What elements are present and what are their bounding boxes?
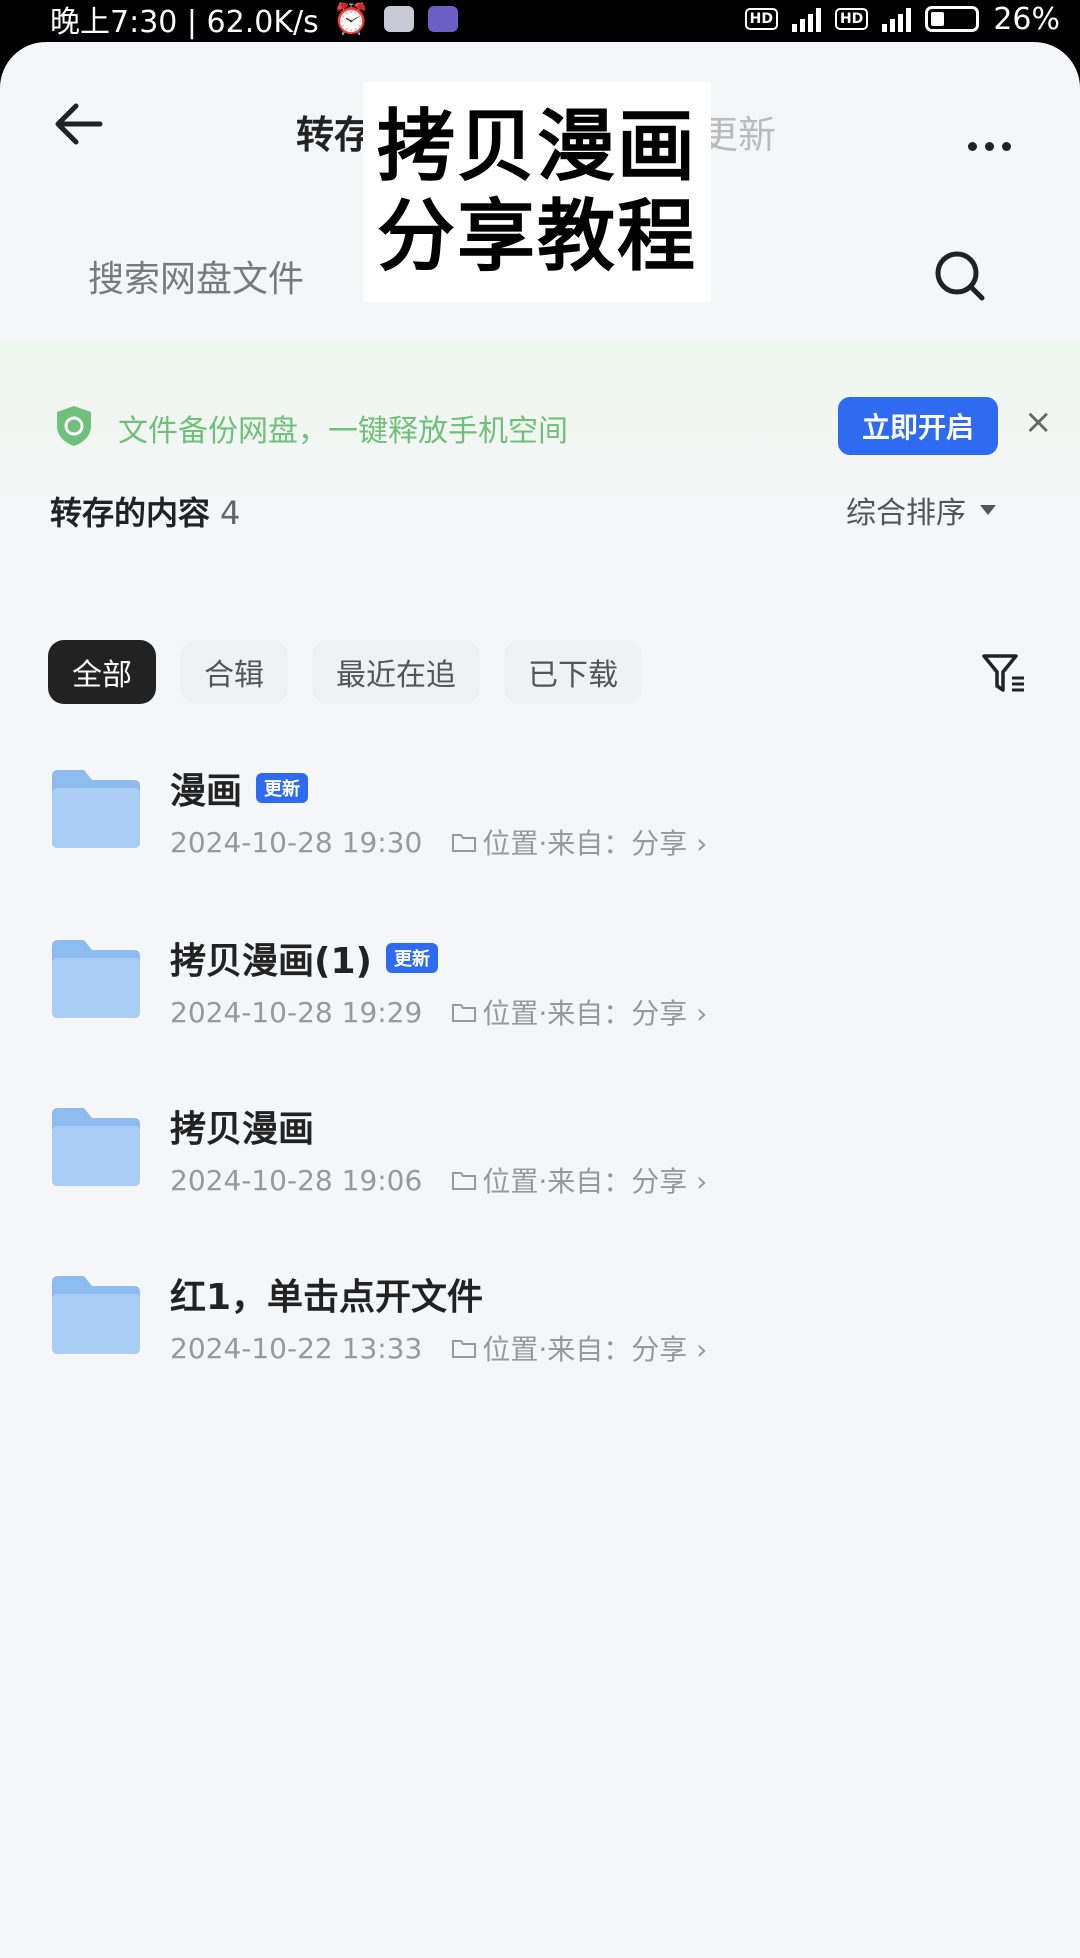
file-name: 拷贝漫画 xyxy=(170,1109,315,1150)
file-date: 2024-10-22 13:33 xyxy=(170,1331,423,1365)
file-name-row: 拷贝漫画(1) 更新 xyxy=(170,932,438,984)
backup-banner: 文件备份网盘，一键释放手机空间 立即开启 × xyxy=(0,342,1080,502)
back-arrow-icon[interactable] xyxy=(50,94,110,154)
file-location[interactable]: 位置·来自：分享 › xyxy=(452,822,707,862)
file-date: 2024-10-28 19:29 xyxy=(170,995,423,1029)
tab-downloaded[interactable]: 已下载 xyxy=(504,640,642,704)
filter-tabs: 全部 合辑 最近在追 已下载 xyxy=(48,640,642,704)
update-badge: 更新 xyxy=(256,773,309,803)
file-location[interactable]: 位置·来自：分享 › xyxy=(452,1160,707,1200)
small-folder-icon xyxy=(452,1340,477,1358)
small-folder-icon xyxy=(452,1172,477,1190)
file-name-row: 红1，单击点开文件 xyxy=(170,1268,483,1320)
banner-text: 文件备份网盘，一键释放手机空间 xyxy=(118,414,568,449)
file-location-text: 位置·来自：分享 › xyxy=(482,1165,708,1198)
hd-icon: HD xyxy=(744,8,778,30)
sort-label: 综合排序 xyxy=(846,496,966,531)
small-folder-icon xyxy=(452,1004,477,1022)
section-count: 4 xyxy=(220,494,241,532)
signal-icon xyxy=(791,6,821,32)
update-badge: 更新 xyxy=(385,943,438,973)
hd-icon-2: HD xyxy=(834,8,869,30)
folder-icon xyxy=(52,1108,140,1186)
caret-down-icon xyxy=(980,505,996,515)
folder-icon xyxy=(52,770,140,848)
folder-icon xyxy=(52,1276,140,1354)
battery-level: 26% xyxy=(993,1,1060,37)
page-title: 转存 xyxy=(296,113,373,157)
list-item[interactable]: 漫画 更新 2024-10-28 19:30 位置·来自：分享 › xyxy=(0,742,1080,892)
section-title: 转存的内容 4 xyxy=(50,488,240,534)
search-icon[interactable] xyxy=(930,246,990,306)
caption-line-1: 拷贝漫画 xyxy=(376,102,697,192)
folder-icon xyxy=(52,940,140,1018)
app-notification-icon-2 xyxy=(428,6,459,32)
file-name: 漫画 xyxy=(170,771,243,812)
signal-icon-2 xyxy=(882,6,912,32)
file-date: 2024-10-28 19:06 xyxy=(170,1163,423,1197)
file-name-row: 漫画 更新 xyxy=(170,762,309,814)
status-time-speed: 晚上7:30 | 62.0K/s xyxy=(50,5,319,40)
file-name-row: 拷贝漫画 xyxy=(170,1100,314,1152)
search-bar[interactable]: 搜索网盘文件 xyxy=(60,230,1020,322)
tab-collection[interactable]: 合辑 xyxy=(180,640,288,704)
list-item[interactable]: 拷贝漫画 2024-10-28 19:06 位置·来自：分享 › xyxy=(0,1080,1080,1230)
file-location-text: 位置·来自：分享 › xyxy=(482,997,708,1030)
list-item[interactable]: 红1，单击点开文件 2024-10-22 13:33 位置·来自：分享 › xyxy=(0,1248,1080,1398)
battery-icon xyxy=(925,6,980,32)
file-location[interactable]: 位置·来自：分享 › xyxy=(452,1328,707,1368)
search-input[interactable]: 搜索网盘文件 xyxy=(88,250,304,302)
status-bar: 晚上7:30 | 62.0K/s ⏰ HD HD 26% xyxy=(0,0,1080,40)
app-screen: 转存 更新 拷贝漫画 分享教程 搜索网盘文件 文件备份网盘，一键释放手机空间 立… xyxy=(0,42,1080,1958)
tab-all[interactable]: 全部 xyxy=(48,640,156,704)
page-title-tab[interactable]: 更新 xyxy=(700,104,776,159)
close-icon[interactable]: × xyxy=(1024,402,1053,442)
app-notification-icon xyxy=(384,6,415,32)
small-folder-icon xyxy=(452,834,477,852)
file-date: 2024-10-28 19:30 xyxy=(170,825,423,859)
file-location-text: 位置·来自：分享 › xyxy=(482,827,708,860)
file-meta: 2024-10-28 19:29 位置·来自：分享 › xyxy=(170,992,707,1032)
file-location-text: 位置·来自：分享 › xyxy=(482,1333,708,1366)
file-meta: 2024-10-28 19:30 位置·来自：分享 › xyxy=(170,822,707,862)
list-item[interactable]: 拷贝漫画(1) 更新 2024-10-28 19:29 位置·来自：分享 › xyxy=(0,912,1080,1062)
file-name: 红1，单击点开文件 xyxy=(170,1277,484,1318)
file-meta: 2024-10-28 19:06 位置·来自：分享 › xyxy=(170,1160,707,1200)
file-meta: 2024-10-22 13:33 位置·来自：分享 › xyxy=(170,1328,707,1368)
alarm-icon: ⏰ xyxy=(332,1,371,37)
section-title-label: 转存的内容 xyxy=(50,494,211,532)
tab-recent[interactable]: 最近在追 xyxy=(312,640,480,704)
shield-icon xyxy=(57,406,91,446)
sort-dropdown[interactable]: 综合排序 xyxy=(846,488,996,532)
more-icon[interactable] xyxy=(968,142,1011,151)
filter-icon[interactable] xyxy=(980,650,1028,698)
file-location[interactable]: 位置·来自：分享 › xyxy=(452,992,707,1032)
enable-backup-button[interactable]: 立即开启 xyxy=(838,397,998,455)
file-name: 拷贝漫画(1) xyxy=(170,941,372,982)
